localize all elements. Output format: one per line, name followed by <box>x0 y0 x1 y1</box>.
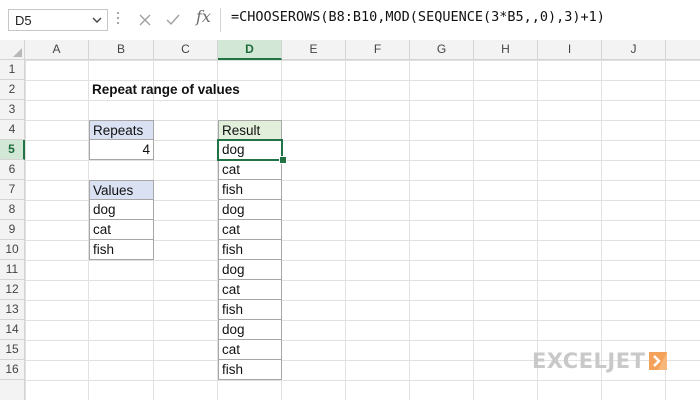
formula-bar-divider <box>220 8 221 32</box>
result-cell[interactable]: dog <box>218 260 282 280</box>
value-cell[interactable]: dog <box>89 200 154 220</box>
row-header-7[interactable]: 7 <box>0 180 25 200</box>
formula-input[interactable]: =CHOOSEROWS(B8:B10,MOD(SEQUENCE(3*B5,,0)… <box>231 9 605 25</box>
fill-handle[interactable] <box>279 156 287 164</box>
column-header-e[interactable]: E <box>282 40 346 60</box>
row-header-6[interactable]: 6 <box>0 160 25 180</box>
row-header-15[interactable]: 15 <box>0 340 25 360</box>
row-header-10[interactable]: 10 <box>0 240 25 260</box>
result-cell[interactable]: cat <box>218 280 282 300</box>
result-cell[interactable]: fish <box>218 180 282 200</box>
sheet-title[interactable]: Repeat range of values <box>89 80 289 100</box>
select-all-triangle-icon <box>13 48 22 57</box>
column-header-h[interactable]: H <box>474 40 538 60</box>
row-header-16[interactable]: 16 <box>0 360 25 380</box>
formula-bar-grip-icon <box>117 12 119 28</box>
row-header-8[interactable]: 8 <box>0 200 25 220</box>
logo-text: EXCELJET <box>532 349 646 373</box>
result-cell[interactable]: cat <box>218 220 282 240</box>
row-header-13[interactable]: 13 <box>0 300 25 320</box>
column-header-d[interactable]: D <box>218 40 282 60</box>
cancel-icon[interactable] <box>136 11 154 29</box>
column-header-j[interactable]: J <box>602 40 666 60</box>
column-header-k-partial[interactable] <box>666 40 700 60</box>
logo-mark-icon <box>649 352 668 370</box>
result-header-cell[interactable]: Result <box>218 120 282 140</box>
exceljet-logo: EXCELJET <box>532 348 668 374</box>
row-header-9[interactable]: 9 <box>0 220 25 240</box>
row-header-11[interactable]: 11 <box>0 260 25 280</box>
result-cell[interactable]: fish <box>218 240 282 260</box>
column-header-a[interactable]: A <box>25 40 89 60</box>
select-all-corner[interactable] <box>0 40 25 60</box>
row-header-3[interactable]: 3 <box>0 100 25 120</box>
spreadsheet-grid[interactable]: A B C D E F G H I J 1 2 3 4 5 6 7 8 9 10… <box>0 40 700 400</box>
values-header-cell[interactable]: Values <box>89 180 154 200</box>
row-header-12[interactable]: 12 <box>0 280 25 300</box>
column-header-c[interactable]: C <box>154 40 218 60</box>
column-header-g[interactable]: G <box>410 40 474 60</box>
value-cell[interactable]: fish <box>89 240 154 260</box>
formula-bar: D5 fx =CHOOSEROWS(B8:B10,MOD(SEQUENCE(3*… <box>0 0 700 41</box>
enter-check-icon[interactable] <box>164 11 182 29</box>
insert-function-button[interactable]: fx <box>196 7 211 26</box>
result-cell[interactable]: dog <box>218 200 282 220</box>
row-header-2[interactable]: 2 <box>0 80 25 100</box>
row-header-5[interactable]: 5 <box>0 140 25 160</box>
column-header-i[interactable]: I <box>538 40 602 60</box>
row-header-1[interactable]: 1 <box>0 60 25 80</box>
value-cell[interactable]: cat <box>89 220 154 240</box>
result-cell[interactable]: cat <box>218 340 282 360</box>
row-header-14[interactable]: 14 <box>0 320 25 340</box>
result-cell[interactable]: dog <box>218 140 282 160</box>
result-cell[interactable]: fish <box>218 360 282 380</box>
result-cell[interactable]: dog <box>218 320 282 340</box>
chevron-down-icon[interactable] <box>91 14 103 26</box>
column-header-b[interactable]: B <box>89 40 154 60</box>
name-box[interactable]: D5 <box>8 9 108 31</box>
row-header-4[interactable]: 4 <box>0 120 25 140</box>
row-header-17-partial[interactable] <box>0 380 25 400</box>
result-cell[interactable]: cat <box>218 160 282 180</box>
repeats-header-cell[interactable]: Repeats <box>89 120 154 140</box>
column-header-f[interactable]: F <box>346 40 410 60</box>
repeats-value-cell[interactable]: 4 <box>89 140 154 160</box>
result-cell[interactable]: fish <box>218 300 282 320</box>
name-box-value: D5 <box>15 13 32 28</box>
